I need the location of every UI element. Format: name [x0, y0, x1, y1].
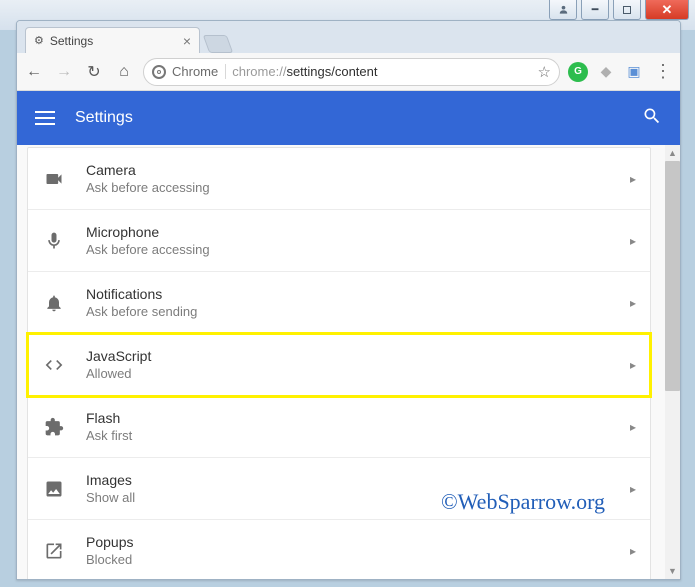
item-sub: Ask before sending: [86, 304, 197, 319]
settings-item-camera[interactable]: Camera Ask before accessing ▸: [28, 148, 650, 210]
item-sub: Ask before accessing: [86, 242, 210, 257]
item-sub: Ask first: [86, 428, 132, 443]
bookmark-star-icon[interactable]: ☆: [538, 63, 551, 81]
chevron-right-icon: ▸: [630, 482, 636, 496]
item-title: Camera: [86, 162, 210, 178]
bell-icon: [40, 293, 68, 313]
close-tab-icon[interactable]: ×: [183, 33, 191, 49]
settings-item-microphone[interactable]: Microphone Ask before accessing ▸: [28, 210, 650, 272]
browser-window: ⚙ Settings × ← → ↻ ⌂ Chrome chrome://set…: [16, 20, 681, 580]
extension-blue-icon[interactable]: ▣: [624, 62, 644, 82]
item-title: Notifications: [86, 286, 197, 302]
search-button[interactable]: [642, 106, 662, 131]
item-sub: Show all: [86, 490, 135, 505]
chevron-right-icon: ▸: [630, 234, 636, 248]
new-tab-button[interactable]: [203, 35, 234, 53]
item-title: Flash: [86, 410, 132, 426]
item-title: Popups: [86, 534, 133, 550]
item-title: Images: [86, 472, 135, 488]
chevron-right-icon: ▸: [630, 358, 636, 372]
puzzle-icon: [40, 417, 68, 437]
vertical-scrollbar[interactable]: ▲ ▼: [665, 145, 680, 579]
scroll-track[interactable]: [665, 161, 680, 563]
chevron-right-icon: ▸: [630, 544, 636, 558]
gear-icon: ⚙: [34, 34, 44, 47]
item-sub: Allowed: [86, 366, 151, 381]
popup-icon: [40, 541, 68, 561]
item-title: JavaScript: [86, 348, 151, 364]
content-wrap: Camera Ask before accessing ▸ Microphone…: [17, 145, 680, 579]
user-button[interactable]: [549, 0, 577, 20]
chevron-right-icon: ▸: [630, 172, 636, 186]
settings-item-javascript[interactable]: JavaScript Allowed ▸: [28, 334, 650, 396]
image-icon: [40, 479, 68, 499]
page-title: Settings: [75, 109, 133, 127]
settings-item-notifications[interactable]: Notifications Ask before sending ▸: [28, 272, 650, 334]
item-sub: Ask before accessing: [86, 180, 210, 195]
item-sub: Blocked: [86, 552, 133, 567]
maximize-button[interactable]: [613, 0, 641, 20]
item-title: Microphone: [86, 224, 210, 240]
minimize-button[interactable]: ━: [581, 0, 609, 20]
camera-icon: [40, 169, 68, 189]
chevron-right-icon: ▸: [630, 420, 636, 434]
tab-settings[interactable]: ⚙ Settings ×: [25, 27, 200, 53]
address-bar[interactable]: Chrome chrome://settings/content ☆: [143, 58, 560, 86]
reload-button[interactable]: ↻: [83, 61, 105, 83]
settings-item-popups[interactable]: Popups Blocked ▸: [28, 520, 650, 579]
chrome-logo-icon: [152, 65, 166, 79]
settings-item-flash[interactable]: Flash Ask first ▸: [28, 396, 650, 458]
tab-title: Settings: [50, 34, 93, 48]
microphone-icon: [40, 231, 68, 251]
scroll-up-arrow-icon[interactable]: ▲: [668, 145, 677, 161]
omnibox-url: chrome://settings/content: [232, 64, 531, 79]
tab-strip: ⚙ Settings ×: [17, 21, 680, 53]
scroll-down-arrow-icon[interactable]: ▼: [668, 563, 677, 579]
chevron-right-icon: ▸: [630, 296, 636, 310]
extension-green-icon[interactable]: G: [568, 62, 588, 82]
browser-toolbar: ← → ↻ ⌂ Chrome chrome://settings/content…: [17, 53, 680, 91]
home-button[interactable]: ⌂: [113, 61, 135, 83]
settings-content: Camera Ask before accessing ▸ Microphone…: [17, 145, 665, 579]
hamburger-menu-icon[interactable]: [35, 111, 55, 125]
omnibox-chrome-label: Chrome: [172, 64, 226, 79]
extension-gray-icon[interactable]: ◆: [596, 62, 616, 82]
settings-list: Camera Ask before accessing ▸ Microphone…: [27, 147, 651, 579]
code-icon: [40, 355, 68, 375]
settings-item-images[interactable]: Images Show all ▸: [28, 458, 650, 520]
settings-header: Settings: [17, 91, 680, 145]
search-icon: [642, 106, 662, 126]
scroll-thumb[interactable]: [665, 161, 680, 391]
browser-menu-button[interactable]: ⋮: [652, 61, 674, 83]
forward-button[interactable]: →: [53, 61, 75, 83]
close-window-button[interactable]: ✕: [645, 0, 689, 20]
back-button[interactable]: ←: [23, 61, 45, 83]
